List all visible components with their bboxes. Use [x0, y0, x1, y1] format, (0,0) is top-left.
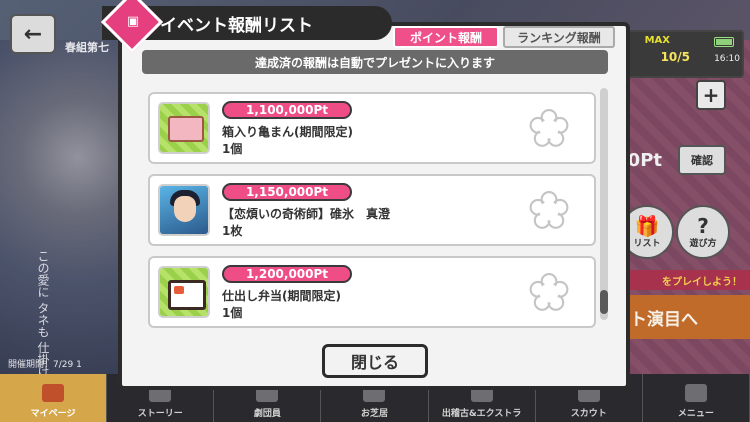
scrollbar-track[interactable] [600, 88, 608, 320]
nav-label: お芝居 [360, 409, 388, 419]
close-button[interactable]: 閉じる [322, 344, 428, 378]
howto-button[interactable]: ? 遊び方 [676, 205, 730, 259]
reward-thumbnail [158, 102, 210, 154]
nav-label: スカウト [570, 409, 607, 419]
nav-menu[interactable]: メニュー [643, 374, 750, 422]
flower-stamp-icon [529, 273, 569, 311]
back-button[interactable]: ← [10, 14, 56, 54]
stamina-counter: 10/5 [660, 50, 690, 64]
flower-stamp-icon [529, 191, 569, 229]
max-label: MAX [644, 35, 670, 46]
reward-quantity: 1個 [222, 142, 243, 156]
tab-point-rewards[interactable]: ポイント報酬 [393, 26, 499, 48]
reward-name: 【恋煩いの奇術師】碓氷 真澄 [222, 207, 391, 221]
reward-quantity: 1枚 [222, 224, 243, 238]
reward-list-label: リスト [633, 238, 661, 249]
points-threshold: 1,150,000Pt [222, 183, 352, 201]
nav-label: 劇団員 [253, 409, 281, 419]
howto-label: 遊び方 [689, 238, 717, 249]
home-icon [42, 384, 65, 402]
go-to-live-button[interactable]: ト演目へ [620, 295, 750, 339]
nav-label: マイページ [30, 409, 76, 419]
back-arrow-icon: ← [23, 21, 43, 47]
reward-name: 箱入り亀まん(期間限定) [222, 125, 353, 139]
scrollbar-thumb[interactable] [600, 290, 608, 314]
chest-icon: ▣ [126, 13, 140, 29]
reward-name: 仕出し弁当(期間限定) [222, 289, 341, 303]
nav-label: ストーリー [137, 409, 183, 419]
bun-box-icon [168, 116, 204, 142]
info-notice: 達成済の報酬は自動でプレゼントに入ります [142, 50, 608, 74]
list-item: 1,100,000Pt 箱入り亀まん(期間限定) 1個 [148, 92, 596, 164]
reward-quantity: 1個 [222, 306, 243, 320]
confirm-button[interactable]: 確認 [678, 145, 726, 175]
nav-mypage[interactable]: マイページ [0, 374, 108, 422]
play-banner: をプレイしよう！ [620, 270, 750, 290]
question-icon: ? [697, 213, 709, 238]
event-group-label: 春組第七 [65, 41, 109, 54]
add-button[interactable]: + [696, 80, 726, 110]
tab-ranking-rewards[interactable]: ランキング報酬 [503, 26, 615, 48]
flower-stamp-icon [529, 109, 569, 147]
points-threshold: 1,200,000Pt [222, 265, 352, 283]
reward-thumbnail [158, 266, 210, 318]
gift-icon: 🎁 [634, 213, 660, 238]
list-item: 1,200,000Pt 仕出し弁当(期間限定) 1個 [148, 256, 596, 328]
grid-icon [684, 384, 707, 402]
character-face [174, 196, 196, 222]
clock: 16:10 [714, 54, 740, 64]
list-item: 1,150,000Pt 【恋煩いの奇術師】碓氷 真澄 1枚 [148, 174, 596, 246]
points-threshold: 1,100,000Pt [222, 101, 352, 119]
battery-icon [714, 37, 734, 47]
bento-icon [168, 280, 206, 310]
reward-thumbnail [158, 184, 210, 236]
points-value: 0Pt [627, 150, 662, 171]
event-period: 開催期間：7/29 1 [8, 360, 82, 370]
nav-label: 出稽古&エクストラ [441, 409, 522, 419]
plus-icon: + [702, 83, 720, 107]
nav-label: メニュー [677, 409, 714, 419]
